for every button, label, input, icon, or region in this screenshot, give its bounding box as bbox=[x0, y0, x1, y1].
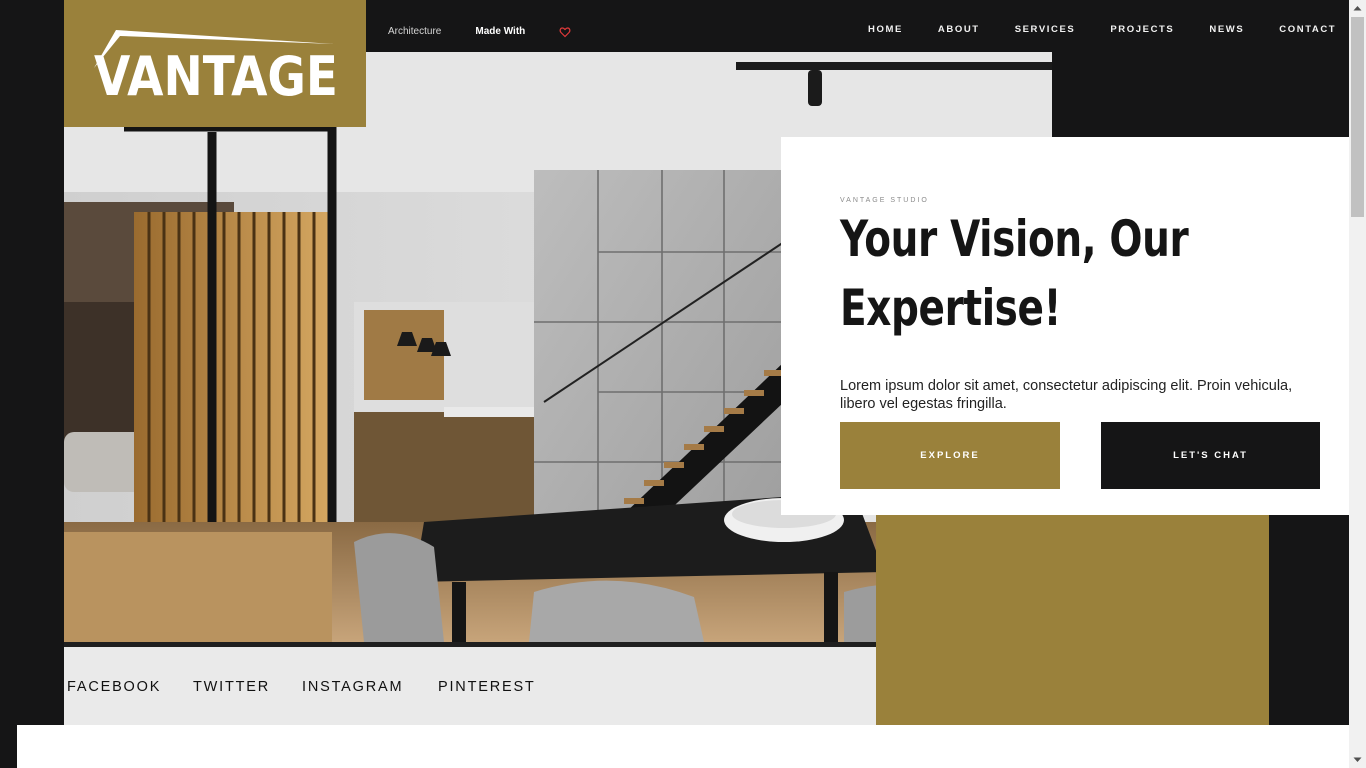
nav-projects[interactable]: PROJECTS bbox=[1110, 24, 1174, 35]
social-bar: FACEBOOK TWITTER INSTAGRAM PINTEREST bbox=[64, 647, 876, 725]
scroll-up-icon[interactable] bbox=[1349, 0, 1366, 17]
heart-icon bbox=[559, 26, 571, 37]
nav-news[interactable]: NEWS bbox=[1209, 24, 1244, 35]
made-with-text: Made With bbox=[475, 25, 526, 37]
hero-headline: Your Vision, Our Expertise! bbox=[840, 210, 1189, 337]
social-instagram[interactable]: INSTAGRAM bbox=[302, 679, 403, 695]
logo-wordmark: VANTAGE bbox=[94, 45, 338, 108]
social-facebook[interactable]: FACEBOOK bbox=[67, 679, 161, 695]
social-pinterest[interactable]: PINTEREST bbox=[438, 679, 536, 695]
social-twitter[interactable]: TWITTER bbox=[193, 679, 270, 695]
scroll-down-icon[interactable] bbox=[1349, 751, 1366, 768]
nav-home[interactable]: HOME bbox=[868, 24, 903, 35]
page-scrollbar[interactable] bbox=[1349, 0, 1366, 768]
lets-chat-button[interactable]: LET'S CHAT bbox=[1101, 422, 1320, 489]
logo[interactable]: VANTAGE bbox=[64, 0, 366, 127]
nav-contact[interactable]: CONTACT bbox=[1279, 24, 1336, 35]
logo-mark: VANTAGE bbox=[94, 30, 338, 108]
architecture-link[interactable]: Architecture bbox=[388, 26, 441, 37]
scroll-thumb[interactable] bbox=[1351, 17, 1364, 217]
hero-eyebrow: VANTAGE STUDIO bbox=[840, 197, 929, 204]
nav-services[interactable]: SERVICES bbox=[1015, 24, 1076, 35]
hero-card: VANTAGE STUDIO Your Vision, Our Expertis… bbox=[781, 137, 1349, 515]
explore-button[interactable]: EXPLORE bbox=[840, 422, 1060, 489]
nav-about[interactable]: ABOUT bbox=[938, 24, 980, 35]
next-section bbox=[17, 725, 1349, 768]
main-nav: HOME ABOUT SERVICES PROJECTS NEWS CONTAC… bbox=[868, 24, 1336, 35]
top-links: Architecture Made With bbox=[388, 24, 571, 38]
accent-block bbox=[876, 515, 1269, 725]
hero-body: Lorem ipsum dolor sit amet, consectetur … bbox=[840, 378, 1293, 412]
